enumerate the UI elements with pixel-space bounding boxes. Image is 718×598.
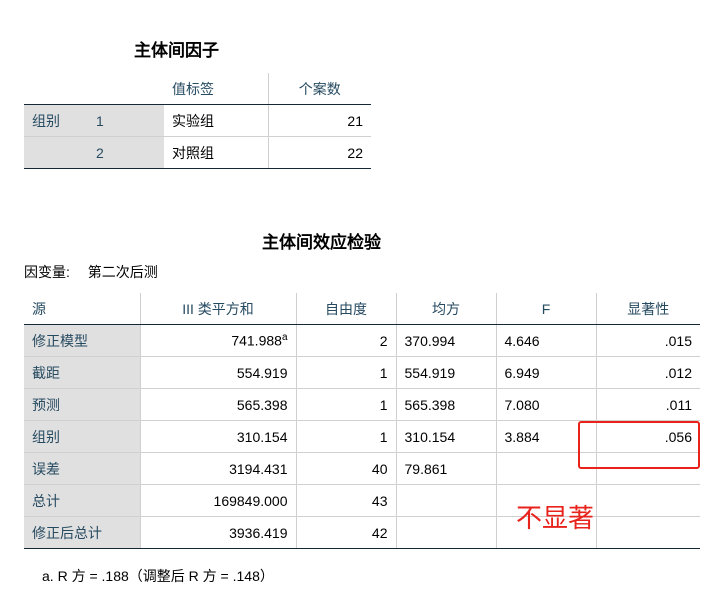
row-df: 1 [295, 356, 396, 389]
header-ms: 均方 [395, 293, 496, 325]
row-value-label: 对照组 [164, 136, 268, 169]
annotation-text: 不显著 [516, 504, 595, 534]
row-f: 6.949 [495, 356, 596, 389]
row-source: 截距 [24, 356, 140, 389]
row-sig [595, 516, 700, 549]
row-source: 预测 [24, 388, 140, 421]
header-df: 自由度 [295, 293, 396, 325]
header-f: F [495, 293, 596, 325]
row-ms [395, 516, 496, 549]
row-sig: .011 [595, 388, 700, 421]
between-subjects-factors-table: 值标签 个案数 组别 1 实验组 21 2 对照组 22 [24, 73, 371, 169]
table-row: 预测 565.398 1 565.398 7.080 .011 [24, 388, 700, 421]
row-code: 1 [88, 104, 164, 137]
table1-header-row: 值标签 个案数 [24, 73, 371, 105]
table-row: 修正模型 741.988a 2 370.994 4.646 .015 [24, 324, 700, 357]
dependent-variable: 因变量: 第二次后测 [24, 262, 158, 282]
table-row: 2 对照组 22 [24, 136, 371, 169]
row-ms: 310.154 [395, 420, 496, 453]
row-ss: 169849.000 [139, 484, 296, 517]
header-source: 源 [24, 293, 140, 325]
row-source: 组别 [24, 420, 140, 453]
row-code: 2 [88, 136, 164, 169]
row-ss: 554.919 [139, 356, 296, 389]
header-n: 个案数 [267, 73, 371, 105]
row-ss: 3936.419 [139, 516, 296, 549]
table-row: 修正后总计 3936.419 42 [24, 516, 700, 549]
row-ms: 554.919 [395, 356, 496, 389]
row-df: 42 [295, 516, 396, 549]
row-f: 7.080 [495, 388, 596, 421]
row-source: 修正后总计 [24, 516, 140, 549]
header-value-label: 值标签 [164, 73, 268, 105]
group-label: 组别 [24, 104, 88, 137]
row-ss: 310.154 [139, 420, 296, 453]
row-sig: .012 [595, 356, 700, 389]
table2-header-row: 源 III 类平方和 自由度 均方 F 显著性 [24, 293, 700, 325]
footnote-marker: a [281, 332, 288, 344]
table2-title: 主体间效应检验 [262, 233, 381, 253]
row-df: 40 [295, 452, 396, 485]
row-ss: 565.398 [139, 388, 296, 421]
row-f: 4.646 [495, 324, 596, 357]
row-ms: 370.994 [395, 324, 496, 357]
row-df: 1 [295, 388, 396, 421]
row-sig [595, 484, 700, 517]
row-source: 修正模型 [24, 324, 140, 357]
row-ms [395, 484, 496, 517]
header-ss: III 类平方和 [139, 293, 296, 325]
row-ms: 565.398 [395, 388, 496, 421]
row-source: 总计 [24, 484, 140, 517]
table-row: 截距 554.919 1 554.919 6.949 .012 [24, 356, 700, 389]
highlight-box [578, 421, 700, 469]
row-ss: 741.988a [139, 324, 296, 357]
header-sig: 显著性 [595, 293, 700, 325]
row-n: 21 [267, 104, 371, 137]
dependent-value: 第二次后测 [87, 264, 158, 280]
row-value-label: 实验组 [172, 112, 214, 129]
dependent-label: 因变量: [24, 264, 70, 280]
row-df: 1 [295, 420, 396, 453]
table1-title: 主体间因子 [134, 41, 219, 61]
row-ms: 79.861 [395, 452, 496, 485]
row-df: 43 [295, 484, 396, 517]
row-df: 2 [295, 324, 396, 357]
row-ss: 3194.431 [139, 452, 296, 485]
row-sig: .015 [595, 324, 700, 357]
table-footnote: a. R 方 = .188（调整后 R 方 = .148） [42, 568, 274, 584]
table-row: 组别 1 实验组 21 [24, 104, 371, 137]
table-row: 总计 169849.000 43 [24, 484, 700, 517]
row-n: 22 [267, 136, 371, 169]
row-source: 误差 [24, 452, 140, 485]
